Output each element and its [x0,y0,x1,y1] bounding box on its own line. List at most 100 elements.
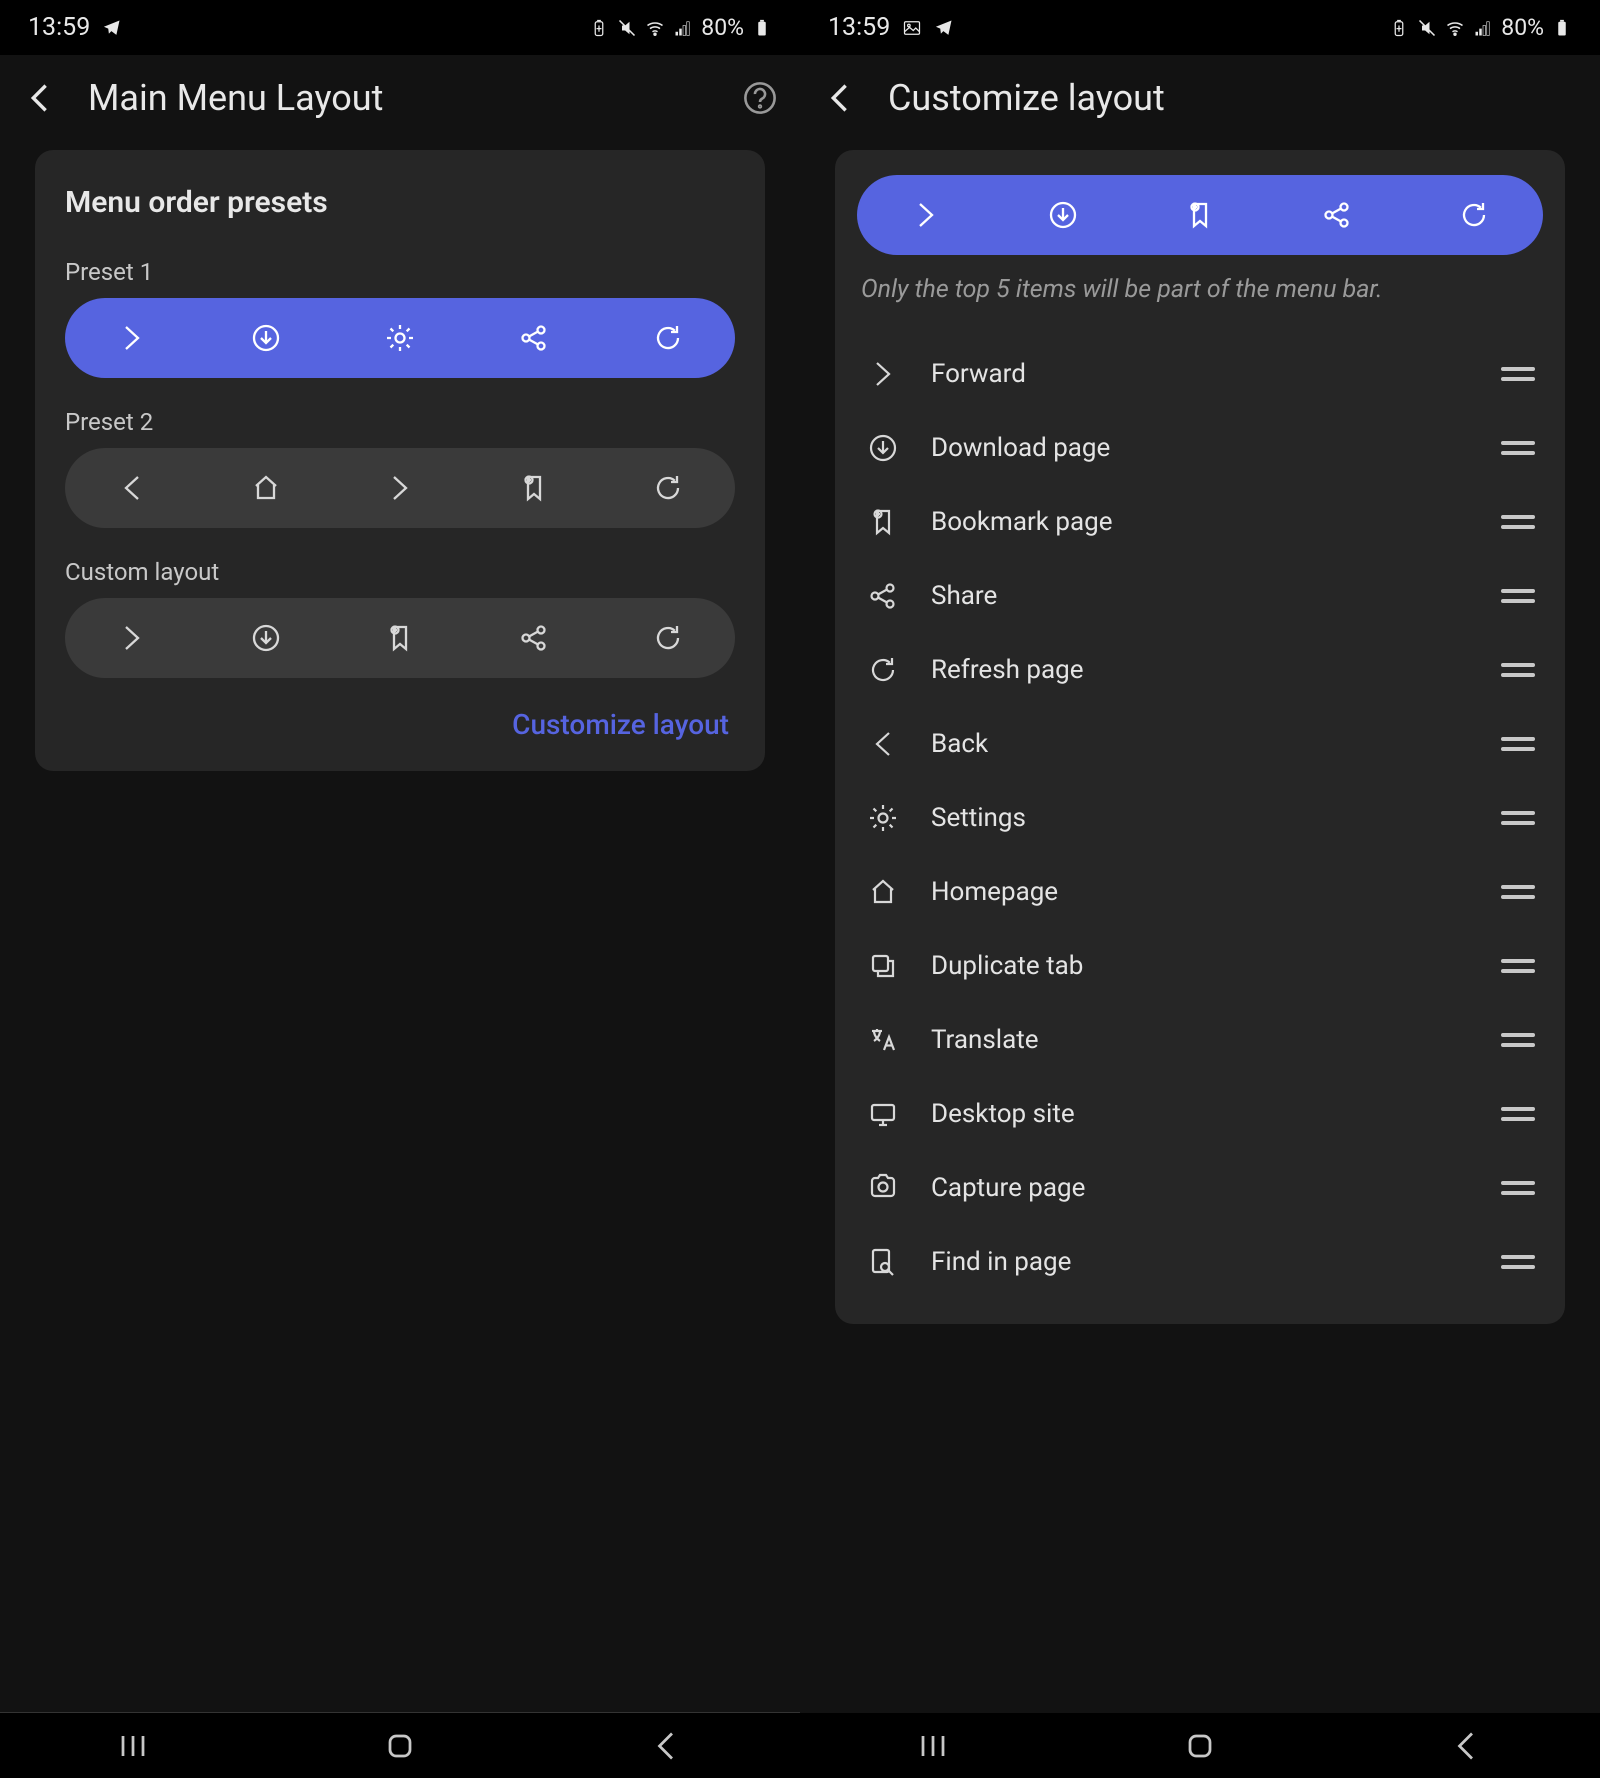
menu-item-list: Forward Download page Bookmark page Share Re… [857,337,1543,1299]
refresh-icon [650,320,686,356]
drag-handle-icon[interactable] [1501,1253,1535,1271]
battery-saver-icon [589,18,609,38]
bookmark-icon [865,504,901,540]
status-bar: 13:59 80% [0,0,800,55]
battery-percent: 80% [701,14,744,41]
page-title: Main Menu Layout [88,77,712,119]
menu-item-row[interactable]: Homepage [857,855,1543,929]
page-title: Customize layout [888,77,1578,119]
drag-handle-icon[interactable] [1501,1179,1535,1197]
menu-item-row[interactable]: Download page [857,411,1543,485]
drag-handle-icon[interactable] [1501,809,1535,827]
signal-icon [1473,18,1493,38]
download-icon [248,320,284,356]
customize-layout-link[interactable]: Customize layout [65,708,735,741]
system-nav-bar [0,1713,800,1778]
refresh-icon [650,470,686,506]
drag-handle-icon[interactable] [1501,439,1535,457]
duplicate-icon [865,948,901,984]
home-icon [865,874,901,910]
translate-icon [865,1022,901,1058]
drag-handle-icon[interactable] [1501,735,1535,753]
drag-handle-icon[interactable] [1501,365,1535,383]
preset2-label: Preset 2 [65,408,735,436]
preset1-row[interactable] [65,298,735,378]
back-button[interactable] [22,80,58,116]
drag-handle-icon[interactable] [1501,513,1535,531]
menu-item-row[interactable]: Find in page [857,1225,1543,1299]
menu-item-row[interactable]: Bookmark page [857,485,1543,559]
forward-icon [382,470,418,506]
drag-handle-icon[interactable] [1501,1105,1535,1123]
menu-item-label: Forward [931,359,1471,389]
menu-item-label: Duplicate tab [931,951,1471,981]
wifi-icon [1445,18,1465,38]
menu-item-row[interactable]: Desktop site [857,1077,1543,1151]
settings-icon [865,800,901,836]
mute-icon [617,18,637,38]
app-bar: Customize layout [800,55,1600,140]
find-icon [865,1244,901,1280]
custom-layout-row[interactable] [65,598,735,678]
menu-item-row[interactable]: Settings [857,781,1543,855]
top-menu-row [857,175,1543,255]
app-bar: Main Menu Layout [0,55,800,140]
forward-icon [114,620,150,656]
menu-item-label: Refresh page [931,655,1471,685]
share-icon [516,620,552,656]
nav-back-button[interactable] [1447,1726,1487,1766]
nav-home-button[interactable] [380,1726,420,1766]
forward-icon [908,197,944,233]
menu-item-label: Download page [931,433,1471,463]
nav-home-button[interactable] [1180,1726,1220,1766]
menu-item-row[interactable]: Back [857,707,1543,781]
menu-item-row[interactable]: Forward [857,337,1543,411]
share-icon [1319,197,1355,233]
menu-item-label: Desktop site [931,1099,1471,1129]
drag-handle-icon[interactable] [1501,883,1535,901]
bookmark-icon [1182,197,1218,233]
refresh-icon [1456,197,1492,233]
preset2-row[interactable] [65,448,735,528]
wifi-icon [645,18,665,38]
battery-icon [752,18,772,38]
presets-card: Menu order presets Preset 1 Preset 2 Cus… [35,150,765,771]
battery-icon [1552,18,1572,38]
back-icon [114,470,150,506]
nav-back-button[interactable] [647,1726,687,1766]
custom-layout-label: Custom layout [65,558,735,586]
menu-item-row[interactable]: Refresh page [857,633,1543,707]
drag-handle-icon[interactable] [1501,1031,1535,1049]
battery-percent: 80% [1501,14,1544,41]
nav-recents-button[interactable] [113,1726,153,1766]
status-time: 13:59 [28,13,90,42]
nav-recents-button[interactable] [913,1726,953,1766]
capture-icon [865,1170,901,1206]
hint-text: Only the top 5 items will be part of the… [861,273,1539,307]
telegram-icon [934,18,954,38]
system-nav-bar [800,1713,1600,1778]
refresh-icon [650,620,686,656]
customize-card: Only the top 5 items will be part of the… [835,150,1565,1324]
menu-item-row[interactable]: Duplicate tab [857,929,1543,1003]
menu-item-label: Back [931,729,1471,759]
signal-icon [673,18,693,38]
drag-handle-icon[interactable] [1501,587,1535,605]
drag-handle-icon[interactable] [1501,957,1535,975]
mute-icon [1417,18,1437,38]
back-button[interactable] [822,80,858,116]
menu-item-row[interactable]: Share [857,559,1543,633]
telegram-icon [102,18,122,38]
bookmark-icon [382,620,418,656]
drag-handle-icon[interactable] [1501,661,1535,679]
help-button[interactable] [742,80,778,116]
desktop-icon [865,1096,901,1132]
share-icon [865,578,901,614]
menu-item-label: Capture page [931,1173,1471,1203]
status-bar: 13:59 80% [800,0,1600,55]
menu-item-label: Find in page [931,1247,1471,1277]
menu-item-row[interactable]: Translate [857,1003,1543,1077]
menu-item-label: Share [931,581,1471,611]
forward-icon [114,320,150,356]
menu-item-row[interactable]: Capture page [857,1151,1543,1225]
